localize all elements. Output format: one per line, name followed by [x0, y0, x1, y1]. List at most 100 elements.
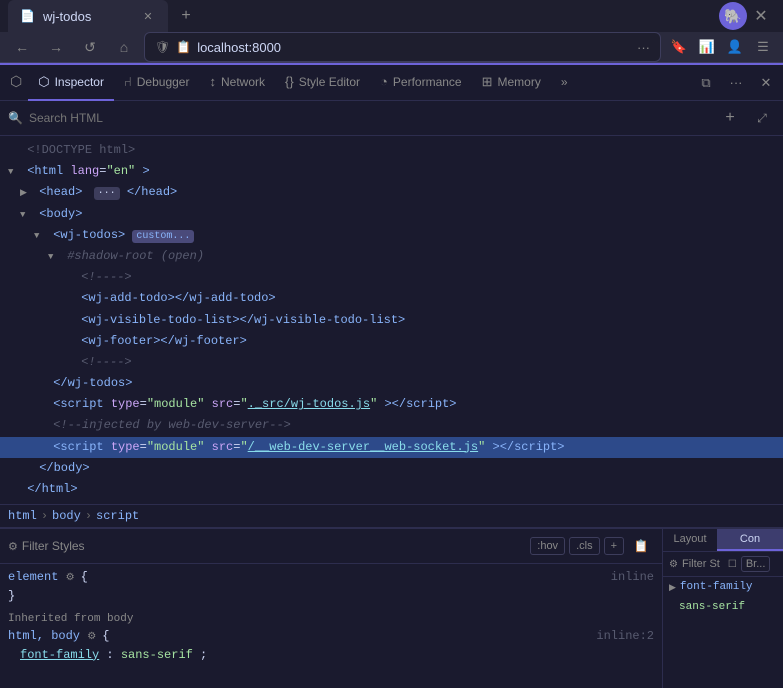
html-line-head[interactable]: <head> ··· </head>: [0, 182, 783, 203]
html-line-comment1[interactable]: <!---->: [0, 267, 783, 288]
html-triangle[interactable]: [8, 162, 20, 181]
html-line-comment3[interactable]: <!--injected by web-dev-server-->: [0, 415, 783, 436]
head-triangle[interactable]: [20, 183, 32, 202]
html-line-body-close[interactable]: </body>: [0, 458, 783, 479]
performance-tab-label: Performance: [393, 75, 462, 89]
breadcrumb-script[interactable]: script: [96, 509, 139, 523]
breadcrumb-body[interactable]: body: [52, 509, 81, 523]
html-line-script1[interactable]: <script type="module" src="._src/wj-todo…: [0, 394, 783, 415]
forward-button[interactable]: →: [42, 33, 70, 61]
bookmarks-icon[interactable]: 🔖: [667, 35, 691, 59]
url-bar[interactable]: 🛡 📋 localhost:8000 ···: [144, 32, 661, 62]
inspect-element-icon: ⬡: [10, 73, 22, 90]
home-button[interactable]: ⌂: [110, 33, 138, 61]
copy-styles-button[interactable]: 📋: [628, 533, 654, 559]
browser-tab-active[interactable]: 📄 wj-todos ✕: [8, 0, 168, 32]
devtools-toolbar: ⬡ ⬡ Inspector ⑁ Debugger ↕ Network {} St…: [0, 65, 783, 101]
devtools-tab-style-editor[interactable]: {} Style Editor: [275, 65, 370, 101]
reload-button[interactable]: ↺: [76, 33, 104, 61]
html-line-body-open[interactable]: <body>: [0, 204, 783, 225]
nav-right: 🔖 📊 👤 ☰: [667, 35, 775, 59]
html-line-wj-todos[interactable]: <wj-todos> custom...: [0, 225, 783, 246]
wj-todos-triangle[interactable]: [34, 226, 46, 245]
devtools-panel: ⬡ ⬡ Inspector ⑁ Debugger ↕ Network {} St…: [0, 63, 783, 688]
network-icon: ↕: [209, 74, 216, 89]
layout-tab[interactable]: Layout: [663, 529, 717, 551]
mastodon-icon: 🐘: [719, 2, 747, 30]
memory-tab-label: Memory: [498, 75, 541, 89]
font-family-val: sans-serif: [121, 648, 193, 662]
script2-close: ></script>: [493, 440, 565, 454]
url-input[interactable]: localhost:8000: [197, 40, 631, 55]
br-button[interactable]: Br...: [741, 556, 771, 572]
tab-favicon: 📄: [20, 9, 35, 23]
style-editor-icon: {}: [285, 74, 294, 89]
profile-icon[interactable]: 👤: [723, 35, 747, 59]
comment1-text: <!---->: [81, 270, 131, 284]
html-line-wj-visible[interactable]: <wj-visible-todo-list></wj-visible-todo-…: [0, 310, 783, 331]
html-line-wj-todos-close[interactable]: </wj-todos>: [0, 373, 783, 394]
styles-content: element ⚙ { inline } Inherited from body…: [0, 564, 662, 688]
devtools-options-button[interactable]: ···: [723, 70, 749, 96]
shadow-root-triangle[interactable]: [48, 247, 60, 266]
search-icon: 🔍: [8, 111, 23, 125]
html-line-html-close[interactable]: </html>: [0, 479, 783, 500]
head-ellipsis-badge: ···: [94, 187, 120, 200]
debugger-icon: ⑁: [124, 74, 132, 89]
gear-icon2[interactable]: ⚙: [87, 632, 102, 643]
html-line-wj-footer[interactable]: <wj-footer></wj-footer>: [0, 331, 783, 352]
devtools-tab-performance[interactable]: ◔ Performance: [370, 65, 472, 101]
close-brace: }: [8, 589, 15, 603]
wj-todos-close-tag: </wj-todos>: [53, 376, 132, 390]
hov-button[interactable]: :hov: [530, 537, 565, 555]
html-add-node-button[interactable]: +: [717, 105, 743, 131]
html-line-wj-add-todo[interactable]: <wj-add-todo></wj-add-todo>: [0, 288, 783, 309]
styles-panel: ⚙ Filter Styles :hov .cls + 📋 element ⚙: [0, 529, 663, 688]
font-family-row[interactable]: ▶ font-family: [663, 577, 783, 597]
devtools-close-button[interactable]: ✕: [753, 70, 779, 96]
history-icon[interactable]: 📊: [695, 35, 719, 59]
filter-styles-label: Filter Styles: [22, 539, 526, 553]
more-tabs-label: »: [561, 75, 568, 89]
html-line-comment2[interactable]: <!---->: [0, 352, 783, 373]
devtools-tab-inspector[interactable]: ⬡ Inspector: [28, 65, 114, 101]
html-line-shadow-root[interactable]: #shadow-root (open): [0, 246, 783, 267]
breadcrumb-html[interactable]: html: [8, 509, 37, 523]
gear-icon[interactable]: ⚙: [66, 573, 81, 584]
add-rule-button[interactable]: +: [604, 537, 624, 555]
devtools-dock-button[interactable]: ⧉: [693, 70, 719, 96]
html-tag-open: <html: [27, 164, 70, 178]
devtools-inspect-icon[interactable]: ⬡: [4, 65, 28, 101]
inspector-icon: ⬡: [38, 74, 49, 90]
wj-todos-tag: <wj-todos>: [53, 228, 125, 242]
right-filter-bar: ⚙ Filter St ☐ Br...: [663, 552, 783, 577]
html-search-input[interactable]: [29, 111, 711, 125]
head-tag: <head>: [39, 185, 82, 199]
new-tab-button[interactable]: +: [172, 2, 200, 30]
inline-source: inline: [611, 568, 654, 587]
window-close-button[interactable]: ✕: [747, 2, 775, 30]
inline2-source: inline:2: [596, 627, 654, 646]
browser-window: 📄 wj-todos ✕ + 🐘 ✕ ← → ↺ ⌂ 🛡 📋 localhost…: [0, 0, 783, 619]
devtools-tab-memory[interactable]: ⊞ Memory: [472, 65, 551, 101]
body-triangle[interactable]: [20, 205, 32, 224]
html-pick-element-button[interactable]: ⤢: [749, 105, 775, 131]
html-line-script2[interactable]: <script type="module" src="/__web-dev-se…: [0, 437, 783, 458]
devtools-tab-debugger[interactable]: ⑁ Debugger: [114, 65, 200, 101]
inherited-rule: html, body ⚙ { inline:2: [8, 627, 654, 646]
back-button[interactable]: ←: [8, 33, 36, 61]
html-line-html-open[interactable]: <html lang="en" >: [0, 161, 783, 182]
tab-bar-right: 🐘 ✕: [719, 2, 775, 30]
cls-button[interactable]: .cls: [569, 537, 600, 555]
breadcrumb: html › body › script: [0, 504, 783, 528]
con-tab[interactable]: Con: [717, 529, 783, 551]
font-family-prop[interactable]: font-family: [20, 648, 99, 662]
checkbox-icon: ☐: [728, 559, 737, 570]
tab-close-button[interactable]: ✕: [140, 8, 156, 24]
html-line-doctype[interactable]: <!DOCTYPE html>: [0, 140, 783, 161]
hamburger-menu[interactable]: ☰: [751, 35, 775, 59]
devtools-tab-more[interactable]: »: [551, 65, 578, 101]
src-attr1: src: [212, 397, 234, 411]
devtools-tab-network[interactable]: ↕ Network: [199, 65, 275, 101]
shield-icon: 🛡: [155, 40, 170, 54]
